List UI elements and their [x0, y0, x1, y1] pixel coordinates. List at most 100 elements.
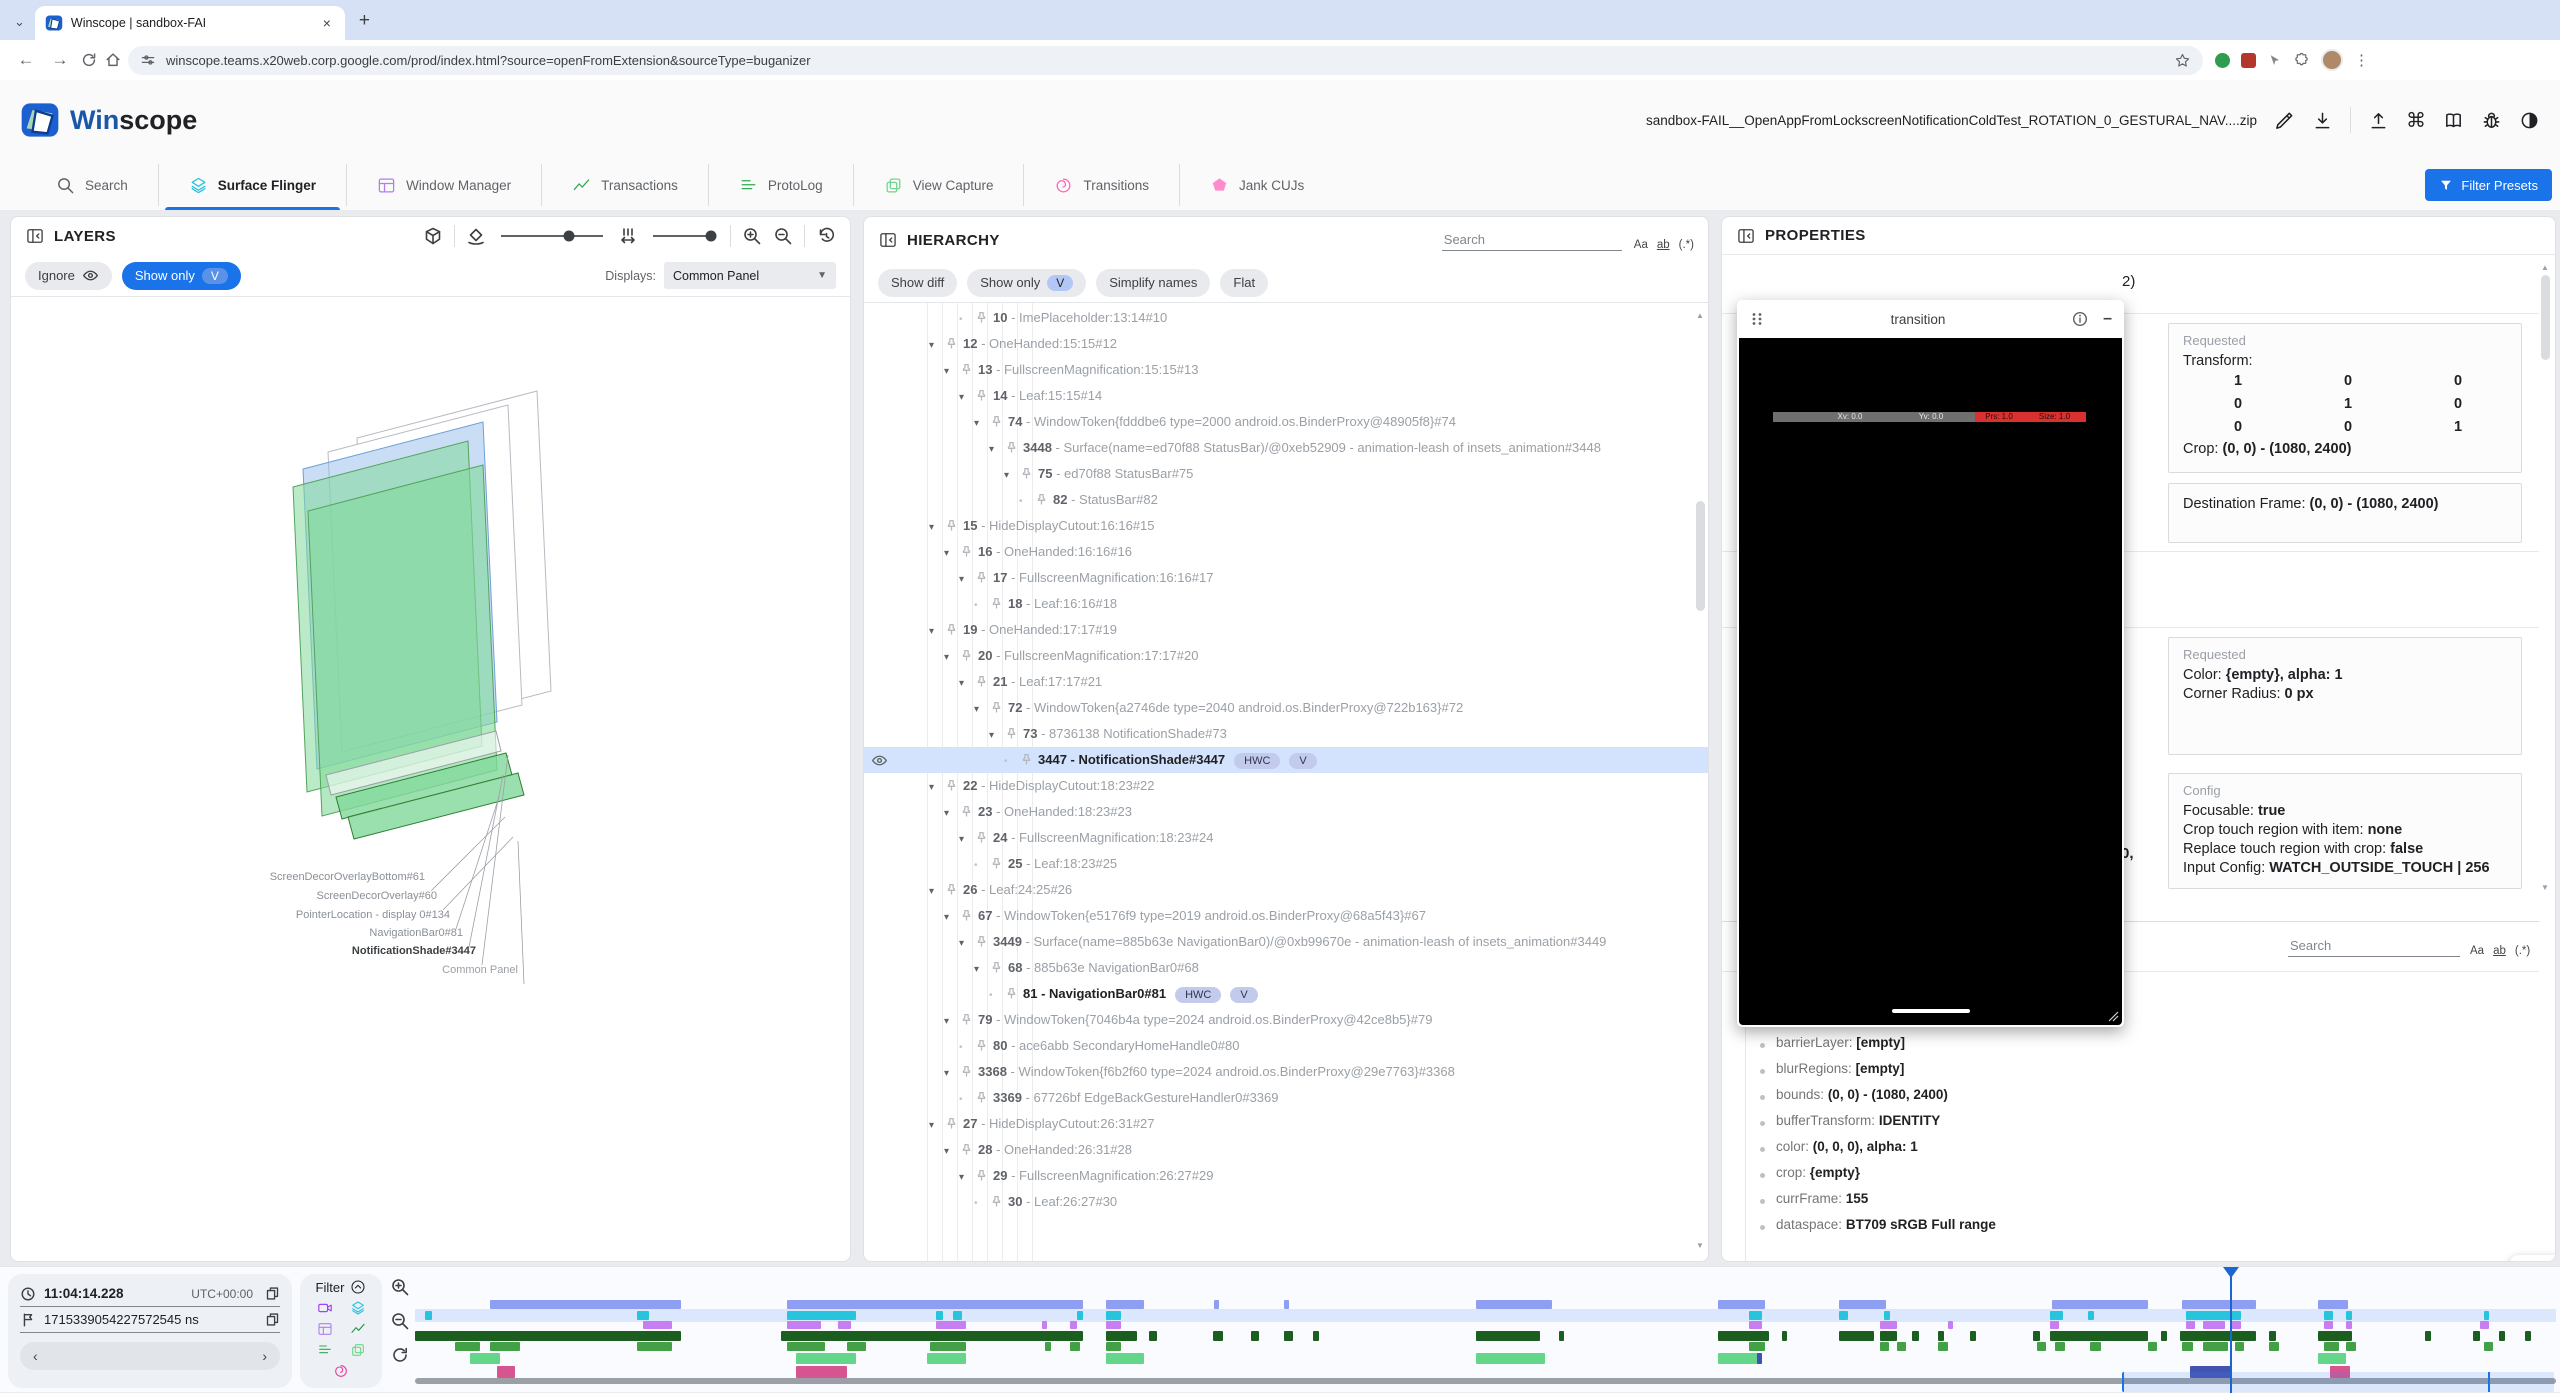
transactions-track-entry[interactable] [2425, 1331, 2431, 1341]
pin-icon[interactable] [975, 1169, 990, 1182]
property-item[interactable]: dataspace: BT709 sRGB Full range [1736, 1217, 2545, 1243]
tree-node[interactable]: •80 - ace6abb SecondaryHomeHandle0#80 [864, 1033, 1708, 1059]
zoom-in-icon[interactable] [742, 226, 762, 246]
pin-icon[interactable] [945, 337, 960, 350]
protolog-track-entry[interactable] [1045, 1342, 1051, 1351]
hierarchy-scrollbar-thumb[interactable] [1696, 501, 1705, 611]
windowmanager-track-entry[interactable] [2050, 1321, 2059, 1329]
property-item[interactable]: color: (0, 0, 0), alpha: 1 [1736, 1139, 2545, 1165]
transactions-track-entry[interactable] [1476, 1331, 1540, 1341]
prev-frame-arrow[interactable]: ‹ [33, 1348, 38, 1364]
windowmanager-track-entry[interactable] [2186, 1321, 2195, 1329]
surfaceflinger-filter-icon[interactable] [350, 1300, 366, 1316]
tree-node[interactable]: ▾73 - 8736138 NotificationShade#73 [864, 721, 1708, 747]
surfaceflinger-track-entry[interactable] [2088, 1311, 2094, 1320]
timeline-selection-range[interactable] [2122, 1372, 2554, 1392]
expand-arrow-icon[interactable]: ▾ [944, 804, 960, 824]
transactions-track-entry[interactable] [1718, 1331, 1769, 1341]
protolog-track-entry[interactable] [2090, 1342, 2101, 1351]
3d-view-icon[interactable] [423, 226, 443, 246]
tree-node[interactable]: ▾24 - FullscreenMagnification:18:23#24 [864, 825, 1708, 851]
transactions-track-entry[interactable] [2318, 1331, 2352, 1341]
shortcuts-icon[interactable]: ⌘ [2406, 108, 2426, 133]
show-only-v-chip[interactable]: Show only V [122, 262, 241, 290]
pin-icon[interactable] [1005, 441, 1020, 454]
transactions-track-entry[interactable] [2161, 1331, 2167, 1341]
timeline-canvas[interactable] [415, 1267, 2556, 1393]
surfaceflinger-track-entry[interactable] [953, 1311, 962, 1320]
transactions-track-entry[interactable] [2050, 1331, 2148, 1341]
visibility-eye-icon[interactable] [871, 752, 888, 769]
tree-node[interactable]: ▾19 - OneHanded:17:17#19 [864, 617, 1708, 643]
transactions-track-entry[interactable] [1970, 1331, 1976, 1341]
expand-arrow-icon[interactable]: ▾ [959, 570, 975, 590]
tree-node[interactable]: ▾67 - WindowToken{e5176f9 type=2019 andr… [864, 903, 1708, 929]
surfaceflinger-track-entry[interactable] [787, 1311, 856, 1320]
protolog-track-entry[interactable] [787, 1342, 825, 1351]
transactions-track-entry[interactable] [2473, 1331, 2480, 1341]
timeline-reset-zoom-icon[interactable] [390, 1345, 410, 1365]
tab-transitions[interactable]: Transitions [1024, 160, 1179, 210]
timeline-extra-entry[interactable] [1757, 1353, 1762, 1364]
pin-icon[interactable] [990, 701, 1005, 714]
protolog-track-entry[interactable] [2148, 1342, 2157, 1351]
property-item[interactable]: bounds: (0, 0) - (1080, 2400) [1736, 1087, 2545, 1113]
pin-icon[interactable] [960, 1065, 975, 1078]
tree-node[interactable]: ▾72 - WindowToken{a2746de type=2040 andr… [864, 695, 1708, 721]
protolog-track-entry[interactable] [1880, 1342, 1889, 1351]
expand-arrow-icon[interactable]: ▾ [974, 960, 990, 980]
pin-icon[interactable] [960, 649, 975, 662]
bookmark-star-icon[interactable] [2174, 52, 2191, 69]
transitions-track-entry[interactable] [1214, 1300, 1219, 1309]
ignore-chip[interactable]: Ignore [25, 262, 112, 290]
screenrecording-filter-icon[interactable] [317, 1300, 333, 1316]
viewcapture-track-entry[interactable] [1718, 1353, 1759, 1364]
layers-3d-canvas[interactable]: ScreenDecorOverlayBottom#61ScreenDecorOv… [11, 297, 850, 1261]
match-case-icon[interactable]: Aa [2470, 945, 2484, 957]
timeline-zoom-out-icon[interactable] [390, 1311, 410, 1331]
transactions-track-entry[interactable] [1782, 1331, 1787, 1341]
edit-pencil-icon[interactable] [2274, 110, 2295, 131]
surfaceflinger-track-entry[interactable] [637, 1311, 649, 1320]
scroll-to-top-button[interactable] [2509, 1255, 2556, 1262]
pin-icon[interactable] [960, 909, 975, 922]
expand-arrow-icon[interactable]: ▾ [929, 622, 945, 642]
transactions-track-entry[interactable] [1213, 1331, 1223, 1341]
tree-node[interactable]: ▾21 - Leaf:17:17#21 [864, 669, 1708, 695]
tab-window-manager[interactable]: Window Manager [347, 160, 541, 210]
layer-label[interactable]: ScreenDecorOverlayBottom#61 [270, 871, 425, 883]
jank-track-entry[interactable] [796, 1366, 847, 1378]
protolog-track-entry[interactable] [847, 1342, 866, 1351]
tree-node[interactable]: ▾16 - OneHanded:16:16#16 [864, 539, 1708, 565]
pin-icon[interactable] [990, 415, 1005, 428]
transactions-track-entry[interactable] [1938, 1331, 1944, 1341]
transitions-filter-icon[interactable] [333, 1363, 349, 1379]
tab-search-icon[interactable]: ⌄ [14, 14, 25, 30]
pin-icon[interactable] [975, 675, 990, 688]
documentation-book-icon[interactable] [2443, 110, 2464, 131]
download-icon[interactable] [2312, 110, 2333, 131]
expand-arrow-icon[interactable]: ▾ [944, 1012, 960, 1032]
collapse-panel-icon[interactable] [1736, 226, 1756, 246]
protolog-track-entry[interactable] [637, 1342, 672, 1351]
layer-label[interactable]: Common Panel [442, 964, 518, 976]
tree-node[interactable]: ▾12 - OneHanded:15:15#12 [864, 331, 1708, 357]
expand-arrow-icon[interactable]: ▾ [959, 388, 975, 408]
ns-timestamp[interactable]: 1715339054227572545 ns [44, 1312, 199, 1327]
transitions-track-entry[interactable] [1284, 1300, 1289, 1309]
surfaceflinger-track-entry[interactable] [1077, 1311, 1083, 1320]
match-case-icon[interactable]: Aa [1634, 239, 1648, 251]
expand-arrow-icon[interactable]: ▾ [944, 544, 960, 564]
pin-icon[interactable] [945, 623, 960, 636]
transitions-track-entry[interactable] [490, 1300, 681, 1309]
match-word-icon[interactable]: ab [2493, 945, 2506, 957]
tree-node[interactable]: •10 - ImePlaceholder:13:14#10 [864, 305, 1708, 331]
timeline-zoom-in-icon[interactable] [390, 1277, 410, 1297]
expand-arrow-icon[interactable]: ▾ [929, 1116, 945, 1136]
pin-icon[interactable] [945, 883, 960, 896]
tree-node[interactable]: ▾3448 - Surface(name=ed70f88 StatusBar)/… [864, 435, 1708, 461]
pin-icon[interactable] [975, 311, 990, 324]
viewcapture-track-entry[interactable] [796, 1353, 856, 1364]
tree-node[interactable]: •25 - Leaf:18:23#25 [864, 851, 1708, 877]
protolog-track-entry[interactable] [2037, 1342, 2046, 1351]
